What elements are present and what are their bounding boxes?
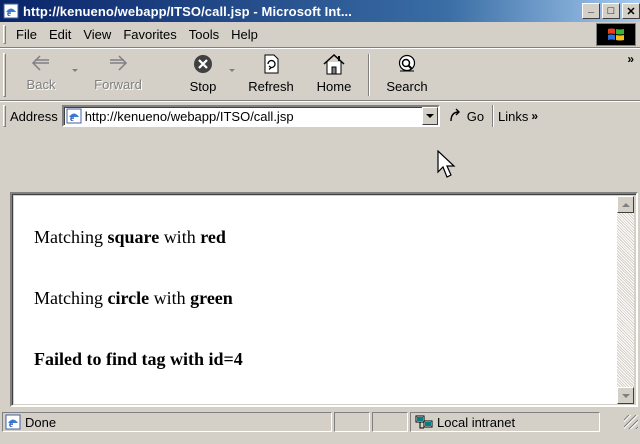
close-icon: ✕ [626, 5, 636, 18]
match-2-mid: with [149, 288, 191, 308]
scroll-down-button[interactable] [617, 387, 634, 404]
stop-icon [194, 55, 212, 73]
back-button[interactable]: Back [10, 50, 72, 100]
toolbar-separator [368, 54, 370, 96]
address-label: Address [10, 108, 58, 124]
menu-separator [0, 47, 640, 49]
chevron-down-icon [425, 114, 434, 118]
match-1-color: red [200, 227, 226, 247]
match-1-mid: with [159, 227, 201, 247]
toolbar-grip[interactable] [3, 53, 6, 97]
address-grip[interactable] [3, 105, 6, 127]
scroll-track[interactable] [617, 213, 634, 387]
address-combobox[interactable]: e http://kenueno/webapp/ITSO/call.jsp [61, 105, 440, 127]
menu-tools[interactable]: Tools [183, 25, 225, 44]
address-dropdown-button[interactable] [421, 107, 438, 125]
status-text-pane: e Done [2, 412, 332, 432]
forward-label: Forward [94, 77, 142, 92]
links-button[interactable]: Links » [498, 105, 538, 127]
ie-page-icon: e [5, 414, 21, 430]
links-chevron-icon[interactable]: » [531, 109, 538, 123]
menu-tools-label: Tools [188, 27, 220, 42]
status-bar: e Done Local intranet [0, 410, 640, 434]
menu-help[interactable]: Help [225, 25, 264, 44]
maximize-button[interactable]: □ [602, 3, 620, 19]
address-input[interactable]: http://kenueno/webapp/ITSO/call.jsp [85, 109, 422, 124]
arrow-down-icon [621, 393, 630, 398]
status-zone-pane: Local intranet [410, 412, 600, 432]
resize-grip-icon[interactable] [624, 415, 638, 429]
menu-grip[interactable] [3, 25, 6, 44]
minimize-button[interactable]: _ [582, 2, 600, 19]
menu-view[interactable]: View [77, 25, 117, 44]
refresh-button[interactable]: Refresh [236, 50, 306, 100]
match-2-prefix: Matching [34, 288, 108, 308]
status-pane-progress [334, 412, 370, 432]
refresh-icon [264, 54, 279, 74]
menu-edit[interactable]: Edit [43, 25, 77, 44]
go-button[interactable]: Go [448, 105, 484, 127]
status-zone-text: Local intranet [437, 414, 516, 430]
menu-favorites[interactable]: Favorites [117, 25, 182, 44]
search-button[interactable]: Search [374, 50, 440, 100]
search-label: Search [386, 79, 428, 94]
scroll-up-button[interactable] [617, 196, 634, 213]
title-bar[interactable]: e http://kenueno/webapp/ITSO/call.jsp - … [0, 0, 640, 22]
match-2-shape: circle [107, 288, 150, 308]
ie-page-icon: e [66, 108, 82, 124]
maximize-icon: □ [607, 5, 615, 17]
menu-help-label: Help [231, 27, 258, 42]
svg-text:e: e [7, 8, 11, 18]
stop-button[interactable]: Stop [170, 50, 236, 100]
svg-text:e: e [70, 113, 74, 123]
forward-button[interactable]: Forward [76, 50, 160, 100]
menu-view-label: View [83, 27, 112, 42]
error-line: Failed to find tag with id=4 [34, 349, 243, 369]
match-1-prefix: Matching [34, 227, 108, 247]
standard-toolbar: Back Forward Stop Refresh Home Search » [0, 50, 640, 100]
windows-logo-icon [596, 23, 636, 46]
menu-file-label: File [16, 27, 37, 42]
local-intranet-icon [415, 415, 433, 429]
go-label: Go [466, 108, 485, 124]
refresh-label: Refresh [248, 79, 294, 94]
minimize-icon: _ [587, 2, 595, 14]
toolbar-chevron-icon[interactable]: » [627, 52, 634, 100]
arrow-up-icon [621, 202, 630, 207]
links-separator [492, 105, 495, 127]
vertical-scrollbar[interactable] [617, 196, 634, 404]
go-arrow-icon [450, 108, 460, 122]
status-pane-security [372, 412, 408, 432]
home-button[interactable]: Home [306, 50, 362, 100]
back-label: Back [26, 77, 56, 92]
match-line-2: Matching circle with green [34, 288, 233, 309]
home-label: Home [316, 79, 352, 94]
close-button[interactable]: ✕ [622, 3, 640, 19]
forward-arrow-icon [110, 55, 128, 71]
home-icon [323, 53, 345, 75]
window-title: http://kenueno/webapp/ITSO/call.jsp - Mi… [23, 3, 352, 19]
ie-page-icon: e [3, 3, 19, 19]
mouse-pointer-icon [437, 150, 456, 178]
status-text: Done [25, 414, 57, 430]
svg-text:e: e [9, 419, 13, 429]
search-icon [398, 54, 416, 72]
match-line-1: Matching square with red [34, 227, 226, 248]
back-arrow-icon [31, 55, 49, 71]
stop-label: Stop [189, 79, 217, 94]
links-label: Links [498, 108, 529, 124]
page-content: Matching square with red Matching circle… [14, 196, 617, 404]
match-2-color: green [190, 288, 233, 308]
address-bar: Address e http://kenueno/webapp/ITSO/cal… [0, 102, 640, 130]
menu-favorites-label: Favorites [123, 27, 177, 42]
menu-bar: File Edit View Favorites Tools Help [0, 22, 640, 47]
match-1-shape: square [107, 227, 160, 247]
menu-file[interactable]: File [10, 25, 43, 44]
menu-edit-label: Edit [48, 27, 72, 42]
